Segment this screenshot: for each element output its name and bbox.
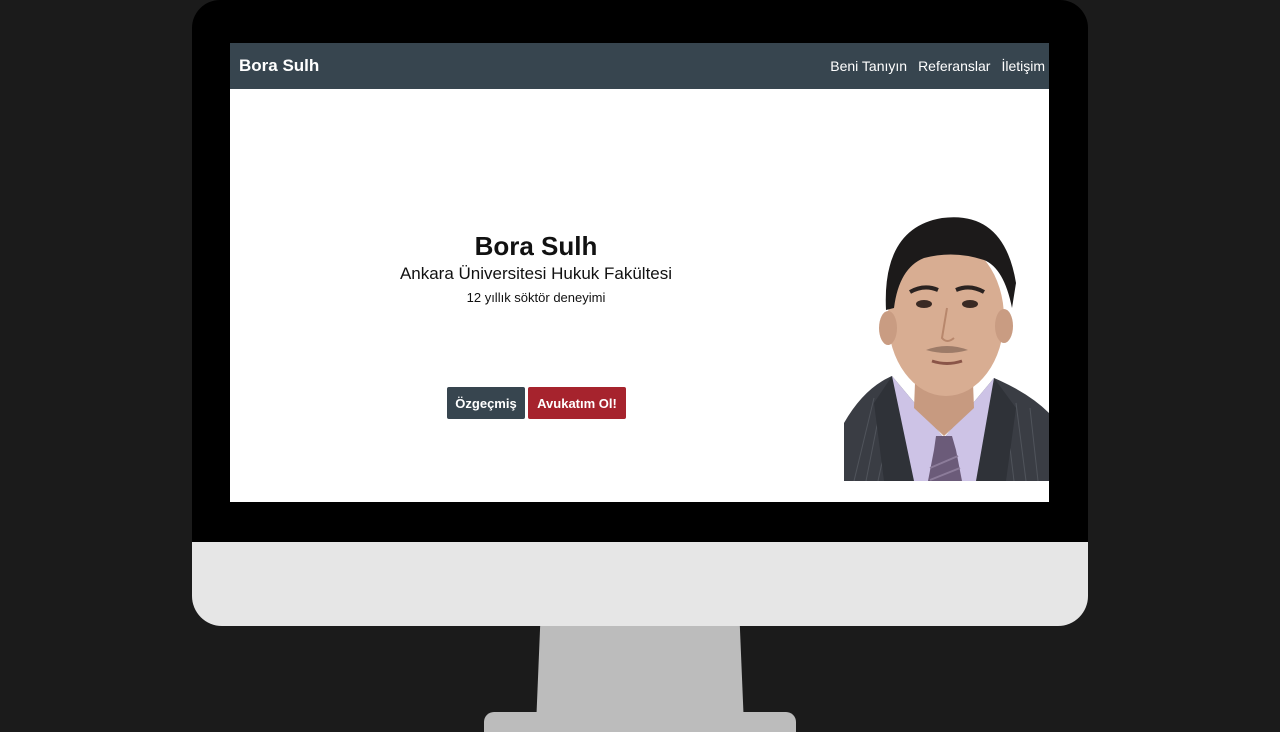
nav-link-references[interactable]: Referanslar (918, 58, 990, 74)
nav-links: Beni Tanıyın Referanslar İletişim (830, 58, 1045, 74)
hero-name: Bora Sulh (474, 231, 598, 261)
cv-button[interactable]: Özgeçmiş (447, 387, 525, 419)
brand-logo[interactable]: Bora Sulh (239, 56, 319, 76)
navbar: Bora Sulh Beni Tanıyın Referanslar İleti… (230, 43, 1049, 89)
hero-school: Ankara Üniversitesi Hukuk Fakültesi (399, 264, 673, 283)
nav-link-about[interactable]: Beni Tanıyın (830, 58, 907, 74)
monitor-chin (192, 542, 1088, 626)
hero-text: Bora Sulh Ankara Üniversitesi Hukuk Fakü… (370, 231, 702, 306)
hire-button[interactable]: Avukatım Ol! (528, 387, 626, 419)
monitor-stand-neck (536, 626, 744, 726)
hero-buttons: Özgeçmiş Avukatım Ol! (447, 387, 626, 419)
hero-experience: 12 yıllık söktör deneyimi (466, 290, 606, 305)
lawyer-portrait-photo (844, 217, 1049, 481)
monitor-stand-foot (484, 712, 796, 732)
website-screen: Bora Sulh Beni Tanıyın Referanslar İleti… (230, 43, 1049, 502)
nav-link-contact[interactable]: İletişim (1001, 58, 1045, 74)
